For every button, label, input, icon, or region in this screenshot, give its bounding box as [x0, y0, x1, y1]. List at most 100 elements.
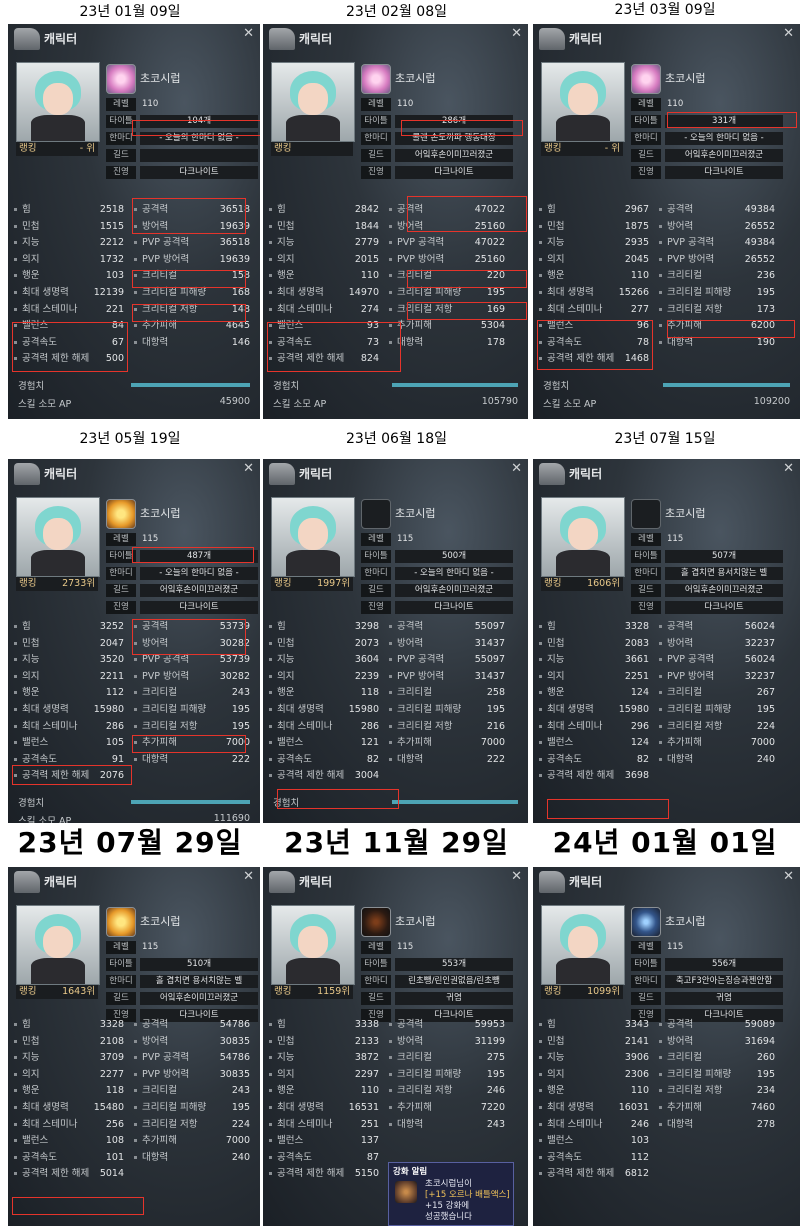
- close-icon[interactable]: ✕: [243, 869, 254, 884]
- ranking-label: 랭킹: [274, 143, 292, 154]
- title-emblem-icon[interactable]: [361, 499, 391, 529]
- info-row-level: 레벨 115: [631, 941, 783, 954]
- stat-row: 크리티컬 피해량 195: [659, 702, 777, 717]
- stat-label: 최대 생명력: [547, 287, 594, 298]
- bullet-dot: [659, 274, 662, 278]
- stat-label: 민첩: [547, 1035, 565, 1047]
- stat-label: 밸런스: [547, 737, 574, 749]
- close-icon[interactable]: ✕: [511, 461, 522, 476]
- close-icon[interactable]: ✕: [783, 869, 794, 884]
- stat-label: 힘: [277, 621, 286, 632]
- title-emblem-icon[interactable]: [106, 907, 136, 937]
- character-portrait: [541, 62, 625, 142]
- portrait-armor: [31, 958, 85, 984]
- title-emblem-icon[interactable]: [106, 64, 136, 94]
- stat-value: 31694: [744, 1035, 775, 1047]
- info-value-title: 553개: [395, 958, 513, 971]
- stat-value: 32237: [744, 637, 775, 649]
- bullet-dot: [14, 1122, 17, 1126]
- info-row-guild: 길드 어잌후손이미끄러졌군: [106, 584, 258, 597]
- stat-value: 178: [486, 336, 505, 348]
- stat-value: 240: [231, 1151, 250, 1163]
- info-label: 한마디: [106, 132, 136, 145]
- bullet-dot: [134, 274, 137, 278]
- close-icon[interactable]: ✕: [243, 461, 254, 476]
- stat-row: 공격속도 82: [539, 752, 651, 767]
- close-icon[interactable]: ✕: [783, 461, 794, 476]
- stat-row: 대항력 178: [389, 335, 507, 350]
- stat-value: 3520: [99, 654, 124, 666]
- stat-label: 지능: [547, 1052, 565, 1064]
- panel-header: 캐릭터 ✕: [8, 459, 260, 489]
- character-name: 초코시럽: [395, 507, 436, 520]
- date-caption: 24년 01월 01일: [552, 826, 778, 859]
- bullet-dot: [14, 257, 17, 261]
- stat-row: 크리티컬 피해량 195: [659, 285, 777, 300]
- portrait-armor: [286, 115, 340, 141]
- stat-label: 최대 스테미나: [547, 303, 603, 315]
- stat-value: 30835: [219, 1068, 250, 1080]
- bullet-dot: [659, 1056, 662, 1060]
- stat-label: 대항력: [142, 336, 169, 348]
- stat-label: 힘: [22, 1019, 31, 1030]
- stat-label: 의지: [22, 253, 40, 265]
- stat-value: 2047: [99, 637, 124, 649]
- stat-row: PVP 방어력 25160: [389, 252, 507, 267]
- stat-row: 행운 118: [14, 1083, 126, 1098]
- skill-ap-label: 스킬 소모 AP: [18, 399, 72, 410]
- stat-row: 크리티컬 158: [134, 268, 252, 283]
- stat-row: 의지 2015: [269, 252, 381, 267]
- close-icon[interactable]: ✕: [783, 26, 794, 41]
- character-panel: 캐릭터 ✕ 랭킹 초코시럽 레벨 110 타이틀 286개 한마디 콜렌 손도끼파 행동대장 길드 어…: [263, 24, 528, 419]
- portrait-face: [298, 518, 328, 550]
- info-label: 길드: [106, 992, 136, 1005]
- bullet-dot: [659, 625, 662, 628]
- stats-section: 힘 3252 민첩 2047 지능 3520 의지 2211 행운 112 최대 생명력 15980 최…: [14, 619, 254, 799]
- portrait-face: [43, 518, 73, 550]
- stat-value: 7000: [225, 737, 250, 749]
- stat-value: 118: [105, 1085, 124, 1097]
- close-icon[interactable]: ✕: [511, 26, 522, 41]
- info-row-title: 타이틀 331개: [631, 115, 783, 128]
- bullet-dot: [539, 241, 542, 245]
- stats-section: 힘 2842 민첩 1844 지능 2779 의지 2015 행운 110 최대 생명력 14970 최…: [269, 202, 522, 382]
- stat-value: 2073: [354, 637, 379, 649]
- stat-row: PVP 방어력 30282: [134, 669, 252, 684]
- bullet-dot: [659, 741, 662, 745]
- stat-value: 3343: [624, 1019, 649, 1030]
- info-value-level: 110: [667, 99, 684, 109]
- title-emblem-icon[interactable]: [631, 64, 661, 94]
- stat-value: 3298: [354, 621, 379, 632]
- stat-row: PVP 공격력 49384: [659, 235, 777, 250]
- stat-label: 의지: [547, 253, 565, 265]
- stat-label: 밸런스: [547, 1135, 574, 1147]
- stat-row: 최대 스테미나 277: [539, 302, 651, 317]
- close-icon[interactable]: ✕: [511, 869, 522, 884]
- title-emblem-icon[interactable]: [106, 499, 136, 529]
- stat-row: 공격력 제한 해제 3004: [269, 768, 381, 783]
- stat-label: 지능: [277, 654, 295, 666]
- title-emblem-icon[interactable]: [361, 907, 391, 937]
- bullet-dot: [134, 641, 137, 645]
- title-emblem-icon[interactable]: [631, 907, 661, 937]
- stat-row: 최대 생명력 12139: [14, 285, 126, 300]
- panel-header: 캐릭터 ✕: [8, 867, 260, 897]
- bullet-dot: [539, 307, 542, 311]
- title-emblem-icon[interactable]: [361, 64, 391, 94]
- title-emblem-icon[interactable]: [631, 499, 661, 529]
- exp-bar: [131, 800, 250, 804]
- stat-label: 의지: [277, 1068, 295, 1080]
- stat-label: 최대 생명력: [22, 287, 69, 298]
- enhance-notification: 강화 알림 초코시럽님이 [+15 오르나 배틀액스] +15 강화에 성공했습니다: [388, 1162, 514, 1226]
- stat-value: 110: [630, 1085, 649, 1097]
- stat-label: 크리티컬: [142, 1085, 177, 1097]
- stat-row: 공격력 55097: [389, 619, 507, 634]
- stat-value: 82: [636, 753, 649, 765]
- stat-row: 공격속도 91: [14, 752, 126, 767]
- stat-value: 30282: [219, 637, 250, 649]
- stat-label: 공격력: [667, 204, 694, 215]
- stat-label: 의지: [22, 670, 40, 682]
- stat-row: 지능 2935: [539, 235, 651, 250]
- close-icon[interactable]: ✕: [243, 26, 254, 41]
- character-portrait: [541, 497, 625, 577]
